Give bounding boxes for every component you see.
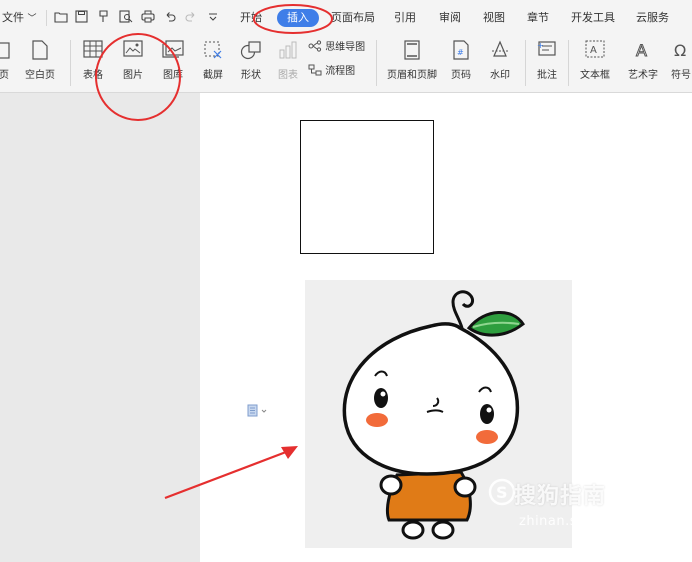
watermark-title: 搜狗指南 xyxy=(514,484,607,509)
textbox-icon: A xyxy=(585,40,605,58)
screenshot-icon xyxy=(204,41,222,59)
header-footer-label: 页眉和页脚 xyxy=(387,70,437,81)
print-preview-icon[interactable] xyxy=(119,10,133,23)
table-button[interactable]: 表格 xyxy=(76,34,110,92)
square-shape[interactable] xyxy=(300,120,434,254)
svg-text:#: # xyxy=(457,48,464,57)
mindmap-icon xyxy=(308,40,322,52)
picture-button[interactable]: 图片 xyxy=(115,34,151,92)
page-number-label: 页码 xyxy=(451,70,471,81)
mindmap-button[interactable]: 思维导图 xyxy=(308,40,365,56)
divider xyxy=(568,40,569,86)
divider xyxy=(525,40,526,86)
page-number-icon: # xyxy=(453,40,469,60)
chart-icon xyxy=(279,41,297,59)
blank-page-label: 空白页 xyxy=(25,70,55,81)
flowchart-button[interactable]: 流程图 xyxy=(308,64,355,80)
table-label: 表格 xyxy=(83,70,103,81)
insert-ribbon: 页 空白页 表格 图片 图库 截屏 形状 图表 思维导图 流程图 页眉和页脚 #… xyxy=(0,34,692,93)
gallery-label: 图库 xyxy=(163,70,183,81)
menu-tab-bar: 文件 ﹀ 开始 插入 页面布局 引用 审阅 视图 章节 开发工具 云服务 xyxy=(0,0,692,34)
file-menu[interactable]: 文件 ﹀ xyxy=(2,9,37,27)
comment-label: 批注 xyxy=(537,70,557,81)
comment-icon: + xyxy=(537,41,556,56)
watermark-url: zhinan.sogou.com xyxy=(519,514,646,529)
divider xyxy=(376,40,377,86)
tab-developer-tools[interactable]: 开发工具 xyxy=(571,9,615,27)
textbox-button[interactable]: A 文本框 xyxy=(572,34,618,92)
format-painter-icon[interactable] xyxy=(97,10,110,23)
picture-icon xyxy=(123,40,143,57)
omega-symbol-icon: Ω xyxy=(674,41,686,60)
comment-button[interactable]: + 批注 xyxy=(530,34,564,92)
tab-review[interactable]: 审阅 xyxy=(439,9,461,27)
wordart-button[interactable]: A 艺术字 xyxy=(623,34,663,92)
tab-insert[interactable]: 插入 xyxy=(277,9,319,27)
watermark-button[interactable]: 水印 xyxy=(483,34,517,92)
header-footer-icon xyxy=(404,40,420,60)
tab-references[interactable]: 引用 xyxy=(394,9,416,27)
gallery-icon xyxy=(162,40,184,58)
screenshot-label: 截屏 xyxy=(203,70,223,81)
svg-text:Ω: Ω xyxy=(674,41,686,60)
customize-quick-access-icon[interactable] xyxy=(208,12,218,22)
flowchart-icon xyxy=(308,64,322,76)
svg-text:A: A xyxy=(636,41,647,60)
svg-text:A: A xyxy=(590,45,597,56)
page-tool-label: 页 xyxy=(0,70,9,81)
chart-button[interactable]: 图表 xyxy=(272,34,304,92)
wordart-icon: A xyxy=(636,41,648,61)
tab-cloud-services[interactable]: 云服务 xyxy=(636,9,669,27)
shapes-icon xyxy=(240,41,261,60)
blank-page-button[interactable]: 空白页 xyxy=(18,34,62,92)
page-icon xyxy=(0,42,10,59)
open-folder-icon[interactable] xyxy=(54,11,68,23)
divider xyxy=(46,10,47,26)
svg-text:+: + xyxy=(537,41,544,50)
watermark-label: 水印 xyxy=(490,70,510,81)
save-icon[interactable] xyxy=(75,10,88,23)
paragraph-layout-icon[interactable] xyxy=(246,404,270,418)
print-icon[interactable] xyxy=(141,10,155,23)
picture-label: 图片 xyxy=(123,70,143,81)
sogou-logo-icon: S xyxy=(488,478,516,506)
symbol-button[interactable]: Ω 符号 xyxy=(665,34,692,92)
shapes-button[interactable]: 形状 xyxy=(234,34,268,92)
page-tool-partial[interactable]: 页 xyxy=(0,34,16,92)
gallery-button[interactable]: 图库 xyxy=(155,34,191,92)
header-footer-button[interactable]: 页眉和页脚 xyxy=(382,34,442,92)
mindmap-label: 思维导图 xyxy=(325,42,366,53)
textbox-label: 文本框 xyxy=(580,70,610,81)
undo-icon[interactable] xyxy=(164,10,176,23)
table-icon xyxy=(83,40,103,58)
svg-text:S: S xyxy=(496,483,508,502)
page-number-button[interactable]: # 页码 xyxy=(444,34,478,92)
shapes-label: 形状 xyxy=(241,70,261,81)
tab-sections[interactable]: 章节 xyxy=(527,9,549,27)
flowchart-label: 流程图 xyxy=(325,66,356,77)
redo-icon[interactable] xyxy=(185,10,197,23)
file-menu-label: 文件 xyxy=(2,11,24,24)
blank-page-icon xyxy=(32,40,48,60)
wordart-label: 艺术字 xyxy=(628,70,658,81)
screenshot-button[interactable]: 截屏 xyxy=(196,34,230,92)
tab-home[interactable]: 开始 xyxy=(240,9,262,27)
tab-view[interactable]: 视图 xyxy=(483,9,505,27)
symbol-label: 符号 xyxy=(671,70,691,81)
chart-label: 图表 xyxy=(278,70,298,81)
watermark-icon xyxy=(492,40,508,57)
tab-page-layout[interactable]: 页面布局 xyxy=(331,9,375,27)
divider xyxy=(70,40,71,86)
chevron-down-icon: ﹀ xyxy=(27,14,37,24)
